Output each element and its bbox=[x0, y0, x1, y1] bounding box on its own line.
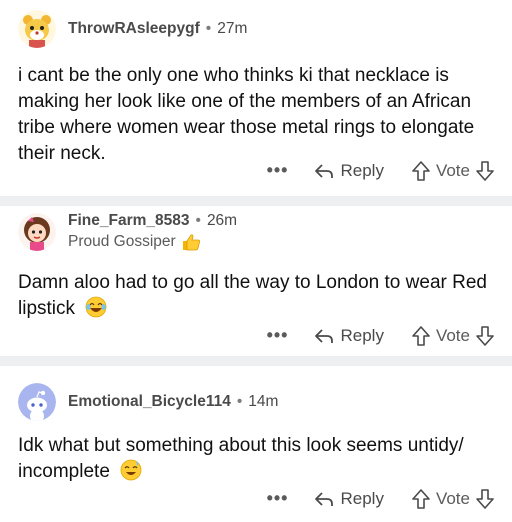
comment-2: Fine_Farm_8583 • 26m Proud Gossiper Damn… bbox=[0, 206, 512, 356]
reply-icon bbox=[314, 491, 334, 507]
vote-controls: Vote bbox=[412, 161, 494, 181]
comment-header: ThrowRAsleepygf • 27m bbox=[18, 10, 247, 48]
username[interactable]: ThrowRAsleepygf bbox=[68, 20, 200, 38]
reply-button[interactable]: Reply bbox=[314, 160, 384, 181]
separator-dot: • bbox=[195, 212, 201, 229]
comment-actions: ••• Reply Vote bbox=[267, 488, 494, 509]
vote-label: Vote bbox=[435, 325, 470, 345]
comment-meta: Fine_Farm_8583 • 26m Proud Gossiper bbox=[68, 212, 237, 251]
reply-icon bbox=[314, 328, 334, 344]
reply-button[interactable]: Reply bbox=[314, 488, 384, 509]
reply-label: Reply bbox=[340, 325, 384, 345]
downvote-arrow-icon[interactable] bbox=[476, 325, 494, 346]
comment-meta: ThrowRAsleepygf • 27m bbox=[68, 20, 247, 38]
downvote-arrow-icon[interactable] bbox=[476, 160, 494, 181]
separator-dot: • bbox=[205, 20, 212, 37]
comment-body: Damn aloo had to go all the way to Londo… bbox=[18, 270, 498, 322]
comment-header: Fine_Farm_8583 • 26m Proud Gossiper bbox=[18, 212, 237, 251]
girl-avatar-icon[interactable] bbox=[18, 212, 56, 251]
timestamp: 26m bbox=[206, 212, 238, 229]
comment-body: Idk what but something about this look s… bbox=[18, 433, 498, 485]
reply-label: Reply bbox=[340, 488, 384, 508]
upvote-arrow-icon[interactable] bbox=[412, 488, 430, 509]
user-line: Fine_Farm_8583 • 26m bbox=[68, 212, 237, 230]
upvote-arrow-icon[interactable] bbox=[412, 160, 430, 181]
vote-controls: Vote bbox=[412, 489, 494, 509]
comment-text: Idk what but something about this look s… bbox=[18, 435, 464, 482]
sweat-smile-emoji-icon bbox=[120, 459, 142, 481]
laughing-emoji-icon bbox=[85, 296, 107, 318]
timestamp: 14m bbox=[248, 393, 279, 410]
reply-label: Reply bbox=[340, 160, 384, 180]
user-line: ThrowRAsleepygf • 27m bbox=[68, 20, 247, 38]
downvote-arrow-icon[interactable] bbox=[476, 488, 494, 509]
separator-dot: • bbox=[236, 393, 243, 410]
username[interactable]: Emotional_Bicycle114 bbox=[68, 393, 231, 411]
reply-button[interactable]: Reply bbox=[314, 325, 384, 346]
comment-actions: ••• Reply Vote bbox=[267, 160, 494, 181]
snoo-bear-avatar-icon[interactable] bbox=[18, 10, 56, 48]
default-snoo-avatar-icon[interactable] bbox=[18, 383, 56, 421]
more-options-button[interactable]: ••• bbox=[267, 160, 289, 181]
comment-meta: Emotional_Bicycle114 • 14m bbox=[68, 393, 278, 411]
upvote-arrow-icon[interactable] bbox=[412, 325, 430, 346]
timestamp: 27m bbox=[217, 20, 248, 37]
flair-text: Proud Gossiper bbox=[68, 233, 176, 250]
username[interactable]: Fine_Farm_8583 bbox=[68, 212, 190, 230]
user-line: Emotional_Bicycle114 • 14m bbox=[68, 393, 278, 411]
comment-body: i cant be the only one who thinks ki tha… bbox=[18, 65, 475, 164]
vote-label: Vote bbox=[435, 488, 470, 508]
vote-label: Vote bbox=[435, 160, 470, 180]
comment-separator bbox=[0, 196, 512, 206]
comment-3: Emotional_Bicycle114 • 14m Idk what but … bbox=[0, 366, 512, 522]
comment-actions: ••• Reply Vote bbox=[267, 325, 494, 346]
user-flair: Proud Gossiper bbox=[68, 233, 237, 251]
more-options-button[interactable]: ••• bbox=[267, 325, 289, 346]
vote-controls: Vote bbox=[412, 326, 494, 346]
comment-1: ThrowRAsleepygf • 27m i cant be the only… bbox=[0, 0, 512, 200]
comment-separator bbox=[0, 356, 512, 366]
comment-header: Emotional_Bicycle114 • 14m bbox=[18, 383, 278, 421]
reply-icon bbox=[314, 163, 334, 179]
more-options-button[interactable]: ••• bbox=[267, 488, 289, 509]
thumbs-up-emoji-icon bbox=[181, 233, 201, 251]
